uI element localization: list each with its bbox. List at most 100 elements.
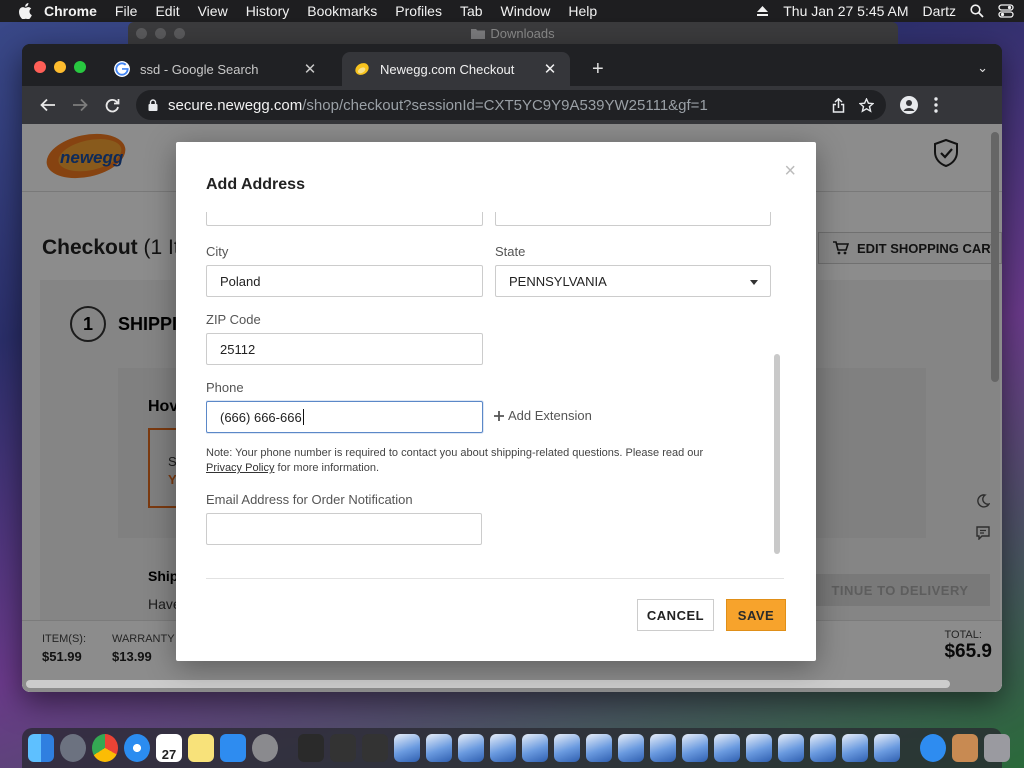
system-preferences-icon[interactable] [252, 734, 278, 762]
back-arrow-icon[interactable] [32, 90, 64, 120]
menu-tab[interactable]: Tab [460, 3, 483, 19]
email-input[interactable] [206, 513, 482, 545]
installer-package-icon[interactable] [810, 734, 836, 762]
installer-package-icon[interactable] [778, 734, 804, 762]
zoom-window-button[interactable] [74, 61, 86, 73]
forward-arrow-icon[interactable] [64, 90, 96, 120]
installer-package-icon[interactable] [714, 734, 740, 762]
safari-icon[interactable] [124, 734, 150, 762]
tab-google-search[interactable]: ssd - Google Search ✕ [102, 52, 330, 86]
spotlight-search-icon[interactable] [970, 4, 984, 18]
folder-icon [471, 28, 486, 39]
share-icon[interactable] [832, 97, 845, 113]
dialog-title: Add Address [206, 176, 305, 193]
tab-newegg-checkout[interactable]: Newegg.com Checkout ✕ [342, 52, 570, 86]
page-horizontal-scrollbar[interactable] [26, 680, 950, 688]
chrome-icon[interactable] [92, 734, 118, 762]
downloads-stack-icon[interactable] [952, 734, 978, 762]
address-bar[interactable]: secure.newegg.com/shop/checkout?sessionI… [136, 90, 886, 120]
menu-bookmarks[interactable]: Bookmarks [307, 3, 377, 19]
bookmark-star-icon[interactable] [859, 97, 874, 113]
close-tab-icon[interactable]: ✕ [542, 60, 558, 78]
url-path: /shop/checkout?sessionId=CXT5YC9Y9A539YW… [302, 96, 708, 114]
launchpad-icon[interactable] [60, 734, 86, 762]
address-bar-actions [832, 97, 874, 113]
menu-file[interactable]: File [115, 3, 138, 19]
installer-package-icon[interactable] [458, 734, 484, 762]
control-center-icon[interactable] [998, 4, 1014, 18]
calendar-icon[interactable]: 27 [156, 734, 182, 762]
calendar-day: 27 [161, 747, 177, 762]
apple-menu-icon[interactable] [18, 3, 32, 19]
installer-package-icon[interactable] [682, 734, 708, 762]
installer-package-icon[interactable] [426, 734, 452, 762]
installer-package-icon[interactable] [490, 734, 516, 762]
installer-package-icon[interactable] [586, 734, 612, 762]
city-input[interactable]: Poland [206, 265, 483, 297]
close-window-button[interactable] [34, 61, 46, 73]
address-field-partial[interactable] [206, 212, 483, 226]
installer-package-icon[interactable] [394, 734, 420, 762]
address-field-partial-2[interactable] [495, 212, 771, 226]
state-select[interactable]: PENNSYLVANIA [495, 265, 771, 297]
eject-icon[interactable] [756, 5, 769, 17]
app-store-icon[interactable] [220, 734, 246, 762]
menu-profiles[interactable]: Profiles [395, 3, 442, 19]
zip-value: 25112 [220, 341, 256, 357]
installer-package-icon[interactable] [650, 734, 676, 762]
text-caret [302, 409, 304, 425]
minimized-window-icon[interactable] [330, 734, 356, 762]
minimized-window-icon[interactable] [362, 734, 388, 762]
close-dialog-icon[interactable]: × [784, 160, 796, 183]
google-favicon-icon [114, 61, 130, 77]
privacy-policy-link[interactable]: Privacy Policy [206, 462, 274, 474]
trash-icon[interactable] [984, 734, 1010, 762]
email-label: Email Address for Order Notification [206, 492, 413, 507]
add-extension-label: Add Extension [508, 408, 592, 423]
new-tab-icon[interactable]: + [592, 58, 604, 81]
note-text: Note: Your phone number is required to c… [206, 447, 704, 459]
menu-help[interactable]: Help [568, 3, 597, 19]
state-label: State [495, 244, 526, 259]
cancel-button[interactable]: CANCEL [637, 599, 714, 631]
city-label: City [206, 244, 229, 259]
app-store-downloads-icon[interactable] [920, 734, 946, 762]
installer-package-icon[interactable] [554, 734, 580, 762]
more-menu-icon[interactable] [934, 97, 938, 113]
installer-package-icon[interactable] [618, 734, 644, 762]
close-tab-icon[interactable]: ✕ [302, 60, 318, 78]
menu-window[interactable]: Window [501, 3, 551, 19]
menubar-clock[interactable]: Thu Jan 27 5:45 AM [783, 3, 908, 19]
window-controls [34, 61, 86, 73]
zip-label: ZIP Code [206, 312, 261, 327]
terminal-icon[interactable] [298, 734, 324, 762]
save-button[interactable]: SAVE [726, 599, 786, 631]
newegg-checkout-page: newegg Checkout (1 It EDIT SHOPPING CART… [22, 124, 1002, 692]
installer-package-icon[interactable] [522, 734, 548, 762]
notes-icon[interactable] [188, 734, 214, 762]
add-extension-link[interactable]: Add Extension [494, 408, 592, 423]
reload-icon[interactable] [96, 90, 128, 120]
background-finder-window[interactable]: Downloads [128, 22, 898, 44]
dialog-form: City Poland State PENNSYLVANIA ZIP Code … [206, 212, 786, 558]
macos-dock: 27 [22, 728, 1010, 768]
installer-package-icon[interactable] [874, 734, 900, 762]
phone-input[interactable]: (666) 666-666 [206, 401, 483, 433]
menu-history[interactable]: History [246, 3, 290, 19]
tab-search-chevron-icon[interactable]: ⌄ [977, 60, 988, 76]
menu-edit[interactable]: Edit [155, 3, 179, 19]
profile-avatar-icon[interactable] [900, 96, 918, 114]
finder-icon[interactable] [28, 734, 54, 762]
lock-icon[interactable] [148, 99, 158, 111]
add-address-dialog: Add Address × City Poland State PENNSYLV… [176, 142, 816, 661]
phone-note: Note: Your phone number is required to c… [206, 446, 746, 476]
menu-view[interactable]: View [198, 3, 228, 19]
installer-package-icon[interactable] [746, 734, 772, 762]
minimize-window-button[interactable] [54, 61, 66, 73]
zip-input[interactable]: 25112 [206, 333, 483, 365]
dialog-scrollbar[interactable] [774, 354, 780, 554]
menubar-user[interactable]: Dartz [923, 3, 956, 19]
installer-package-icon[interactable] [842, 734, 868, 762]
menu-app-name[interactable]: Chrome [44, 3, 97, 19]
chevron-down-icon [750, 280, 758, 285]
